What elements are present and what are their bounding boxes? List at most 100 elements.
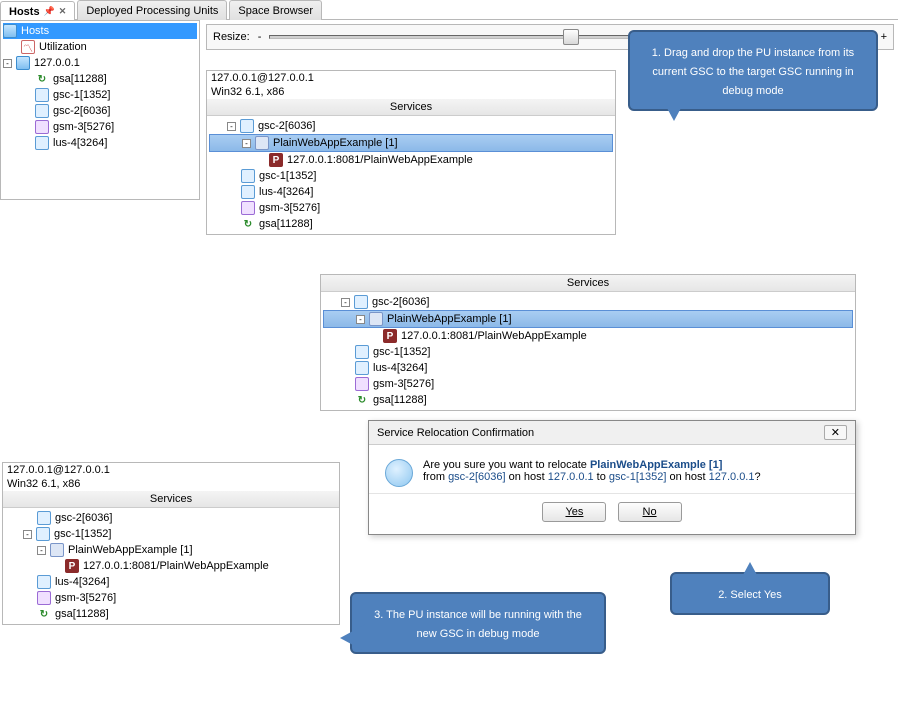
svc-label: gsc-1[1352]	[373, 346, 430, 358]
gsc-icon	[36, 527, 50, 541]
svc-label: 127.0.0.1:8081/PlainWebAppExample	[83, 560, 269, 572]
svc-gsc2[interactable]: gsc-2[6036]	[5, 510, 337, 526]
svc-label: PlainWebAppExample [1]	[273, 137, 398, 149]
services-panel-1: 127.0.0.1@127.0.0.1 Win32 6.1, x86 Servi…	[206, 70, 616, 235]
svc-url[interactable]: P127.0.0.1:8081/PlainWebAppExample	[209, 152, 613, 168]
svc-gsc2[interactable]: - gsc-2[6036]	[209, 118, 613, 134]
svc-gsc1[interactable]: gsc-1[1352]	[209, 168, 613, 184]
dialog-titlebar: Service Relocation Confirmation ✕	[369, 421, 855, 445]
gsc-icon	[35, 88, 49, 102]
collapse-icon[interactable]: -	[23, 530, 32, 539]
collapse-icon[interactable]: -	[242, 139, 251, 148]
svc-label: gsc-1[1352]	[259, 170, 316, 182]
svc-gsc2[interactable]: - gsc-2[6036]	[323, 294, 853, 310]
svc-gsc1[interactable]: - gsc-1[1352]	[5, 526, 337, 542]
svc-gsm[interactable]: gsm-3[5276]	[323, 376, 853, 392]
tab-label: Deployed Processing Units	[86, 5, 218, 17]
svc-label: gsm-3[5276]	[55, 592, 116, 604]
close-icon[interactable]: ✕	[59, 6, 67, 17]
resize-plus[interactable]: +	[881, 31, 887, 43]
svc-label: gsc-2[6036]	[372, 296, 429, 308]
collapse-icon[interactable]: -	[341, 298, 350, 307]
svc-pu[interactable]: - PlainWebAppExample [1]	[323, 310, 853, 328]
tree-gsc1[interactable]: gsc-1[1352]	[3, 87, 197, 103]
tree-label: Hosts	[21, 25, 49, 37]
svc-gsm[interactable]: gsm-3[5276]	[5, 590, 337, 606]
pin-icon[interactable]: 📌	[44, 6, 55, 17]
gsc-icon	[240, 119, 254, 133]
tree-root-hosts[interactable]: Hosts	[3, 23, 197, 39]
os-info: Win32 6.1, x86	[3, 477, 339, 491]
host-icon	[16, 56, 30, 70]
hosts-tree: Hosts 〽 Utilization - 127.0.0.1 ↻ gsa[11…	[0, 20, 200, 200]
close-button[interactable]: ✕	[824, 425, 847, 440]
svc-pu[interactable]: -PlainWebAppExample [1]	[5, 542, 337, 558]
svc-lus[interactable]: lus-4[3264]	[323, 360, 853, 376]
collapse-icon[interactable]: -	[37, 546, 46, 555]
callout-1: 1. Drag and drop the PU instance from it…	[628, 30, 878, 111]
services-header: Services	[207, 99, 615, 116]
callout-text: 3. The PU instance will be running with …	[374, 609, 582, 640]
tree-gsm[interactable]: gsm-3[5276]	[3, 119, 197, 135]
gsm-icon	[241, 201, 255, 215]
svc-lus[interactable]: lus-4[3264]	[5, 574, 337, 590]
relocation-dialog: Service Relocation Confirmation ✕ Are yo…	[368, 420, 856, 535]
svc-label: gsa[11288]	[259, 218, 313, 230]
collapse-icon[interactable]: -	[356, 315, 365, 324]
no-button[interactable]: No	[618, 502, 682, 522]
svc-url[interactable]: P127.0.0.1:8081/PlainWebAppExample	[5, 558, 337, 574]
svc-label: gsm-3[5276]	[373, 378, 434, 390]
gsc-icon	[241, 169, 255, 183]
svc-gsm[interactable]: gsm-3[5276]	[209, 200, 613, 216]
tree-lus[interactable]: lus-4[3264]	[3, 135, 197, 151]
gsa-icon: ↻	[37, 607, 51, 621]
resize-minus[interactable]: -	[258, 31, 262, 43]
gsa-icon: ↻	[241, 217, 255, 231]
tree-label: gsc-1[1352]	[53, 89, 110, 101]
callout-text: 1. Drag and drop the PU instance from it…	[652, 47, 854, 97]
tree-label: gsc-2[6036]	[53, 105, 110, 117]
svc-gsa[interactable]: ↻gsa[11288]	[323, 392, 853, 408]
yes-button[interactable]: Yes	[542, 502, 606, 522]
services-header: Services	[3, 491, 339, 508]
tab-label: Hosts	[9, 6, 40, 18]
svc-pu[interactable]: - PlainWebAppExample [1]	[209, 134, 613, 152]
services-header: Services	[321, 275, 855, 292]
tree-utilization[interactable]: 〽 Utilization	[3, 39, 197, 55]
lus-icon	[35, 136, 49, 150]
svc-lus[interactable]: lus-4[3264]	[209, 184, 613, 200]
svc-label: PlainWebAppExample [1]	[387, 313, 512, 325]
collapse-icon[interactable]: -	[3, 59, 12, 68]
tree-label: gsm-3[5276]	[53, 121, 114, 133]
utilization-icon: 〽	[21, 40, 35, 54]
tab-bar: Hosts 📌 ✕ Deployed Processing Units Spac…	[0, 0, 898, 20]
tree-gsc2[interactable]: gsc-2[6036]	[3, 103, 197, 119]
tree-label: lus-4[3264]	[53, 137, 107, 149]
tab-space-browser[interactable]: Space Browser	[229, 0, 322, 20]
svc-url[interactable]: P127.0.0.1:8081/PlainWebAppExample	[323, 328, 853, 344]
collapse-icon[interactable]: -	[227, 122, 236, 131]
tab-hosts[interactable]: Hosts 📌 ✕	[0, 1, 75, 21]
svc-label: lus-4[3264]	[55, 576, 109, 588]
gsm-icon	[35, 120, 49, 134]
lus-icon	[355, 361, 369, 375]
tree-host[interactable]: - 127.0.0.1	[3, 55, 197, 71]
svc-label: gsc-2[6036]	[55, 512, 112, 524]
gsc-icon	[37, 511, 51, 525]
tree-label: Utilization	[39, 41, 87, 53]
gsm-icon	[37, 591, 51, 605]
svc-label: gsc-2[6036]	[258, 120, 315, 132]
svc-gsa[interactable]: ↻gsa[11288]	[5, 606, 337, 622]
slider-thumb-icon[interactable]	[563, 29, 579, 45]
gsa-icon: ↻	[355, 393, 369, 407]
tree-gsa[interactable]: ↻ gsa[11288]	[3, 71, 197, 87]
svc-label: gsc-1[1352]	[54, 528, 111, 540]
tab-dpu[interactable]: Deployed Processing Units	[77, 0, 227, 20]
breadcrumb: 127.0.0.1@127.0.0.1	[207, 71, 615, 85]
svc-gsa[interactable]: ↻ gsa[11288]	[209, 216, 613, 232]
dialog-message: Are you sure you want to relocate PlainW…	[423, 459, 761, 487]
gsa-icon: ↻	[35, 72, 49, 86]
gsm-icon	[355, 377, 369, 391]
svc-gsc1[interactable]: gsc-1[1352]	[323, 344, 853, 360]
callout-3: 3. The PU instance will be running with …	[350, 592, 606, 654]
